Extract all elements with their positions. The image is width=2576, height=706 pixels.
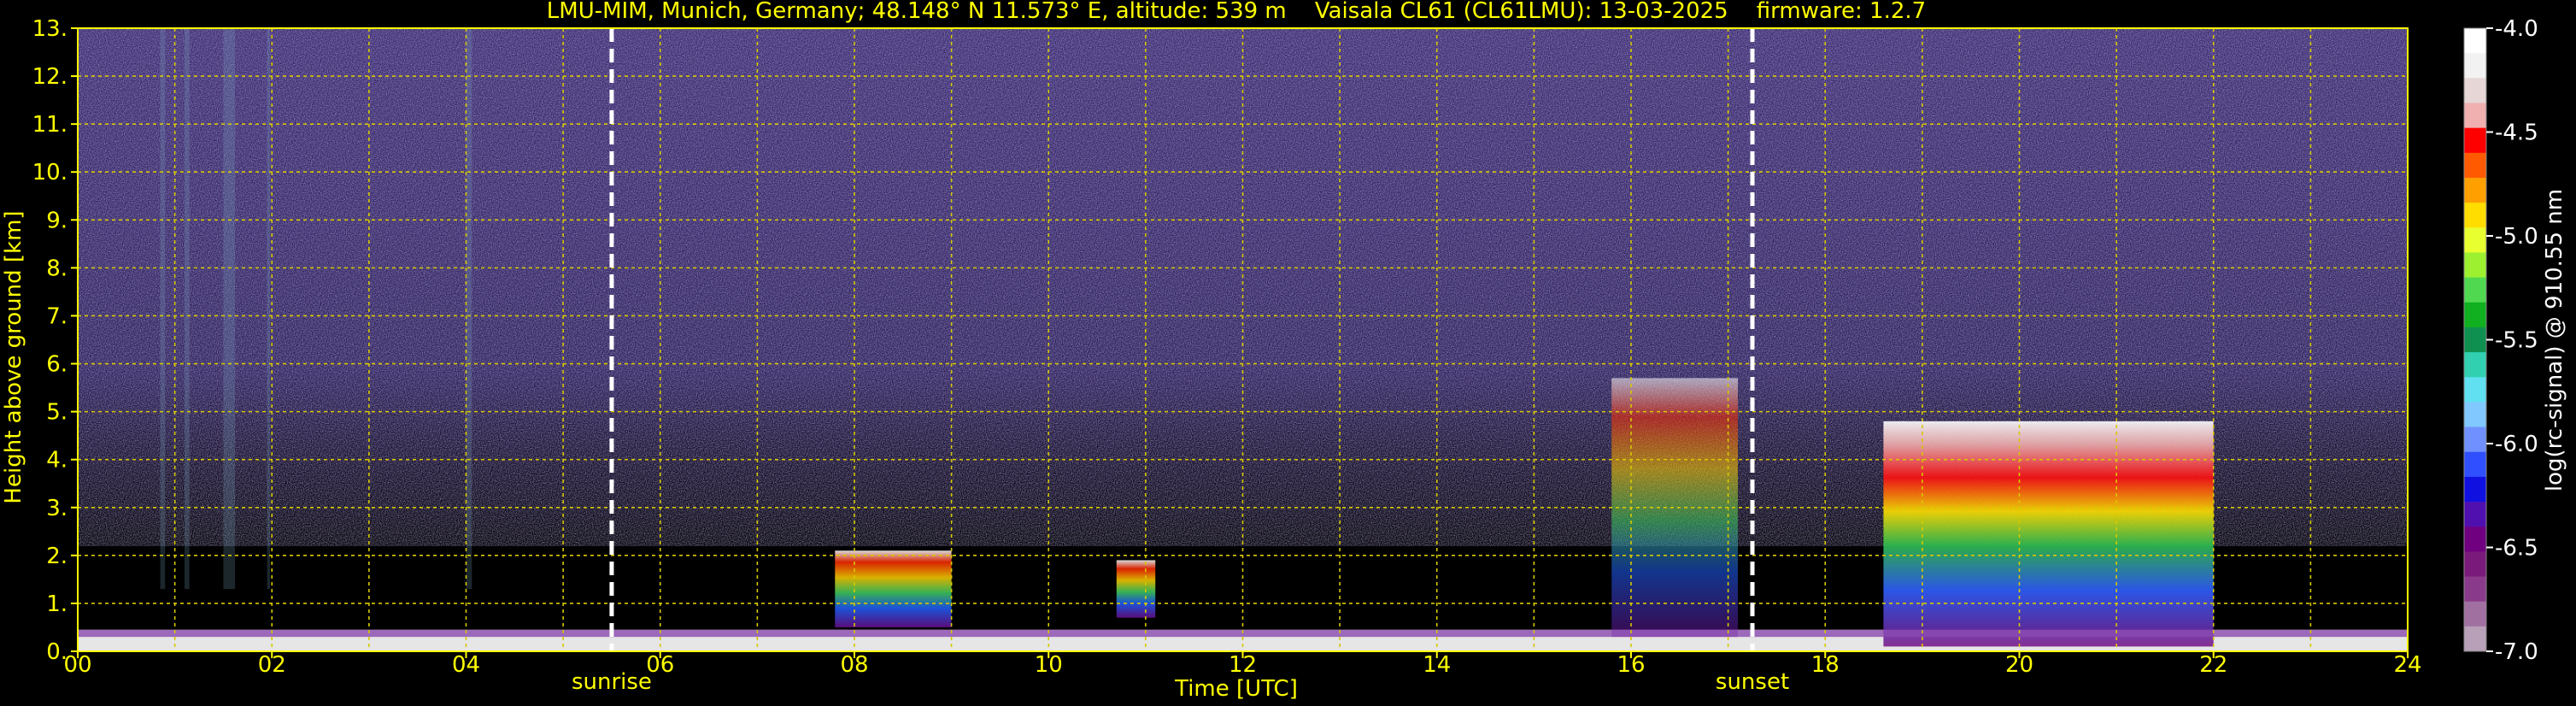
- colorbar-swatch: [2464, 377, 2486, 403]
- y-tick-label: 13.: [32, 16, 67, 42]
- y-tick-label: 12.: [32, 64, 67, 90]
- colorbar-swatch: [2464, 476, 2486, 503]
- x-axis-ticks: 00 02 04 06 08 10 12 14 16 18 20 22 24: [63, 651, 2422, 678]
- x-tick-label: 08: [840, 652, 868, 678]
- colorbar-swatch: [2464, 227, 2486, 253]
- y-tick-label: 7.: [46, 303, 67, 329]
- y-axis-ticks: 0. 1. 2. 3. 4. 5. 6. 7. 8. 9. 10. 11. 12. 13.: [32, 16, 78, 665]
- colorbar-swatch: [2464, 551, 2486, 578]
- chart-title: LMU-MIM, Munich, Germany; 48.148° N 11.5…: [547, 0, 1926, 24]
- marker-label-sunrise: sunrise: [572, 669, 652, 695]
- y-tick-label: 2.: [46, 544, 67, 569]
- y-tick-label: 9.: [46, 208, 67, 233]
- x-tick-label: 04: [452, 652, 480, 678]
- ceilometer-chart: 00 02 04 06 08 10 12 14 16 18 20 22 24 0.1.2.3.4.5.6…: [1, 0, 2567, 702]
- colorbar-swatch: [2464, 277, 2486, 303]
- y-axis-label: Height above ground [km]: [1, 210, 26, 503]
- feature-1: [835, 550, 952, 627]
- colorbar-label: log(rc-signal) @ 910.55 nm: [2542, 189, 2567, 491]
- y-tick-label: 11.: [32, 112, 67, 138]
- x-tick-label: 22: [2199, 652, 2227, 678]
- feature-2: [1116, 560, 1156, 618]
- colorbar-tick-label: -5.5: [2495, 328, 2538, 354]
- x-tick-label: 02: [258, 652, 286, 678]
- y-tick-label: 1.: [46, 591, 67, 617]
- data-streak: [223, 28, 236, 590]
- colorbar-swatch: [2464, 177, 2486, 203]
- data-streak: [184, 28, 190, 590]
- y-tick-label: 6.: [46, 352, 67, 378]
- colorbar-swatch: [2464, 252, 2486, 279]
- y-tick-label: 0.: [46, 639, 67, 665]
- x-tick-label: 16: [1617, 652, 1645, 678]
- y-tick-label: 8.: [46, 256, 67, 281]
- colorbar: -4.0 -4.5 -5.0 -5.5 -6.0 -6.5 -7.0 log(rc-sign…: [2463, 16, 2567, 665]
- colorbar-swatch: [2464, 626, 2486, 652]
- colorbar-tick-label: -5.0: [2495, 224, 2538, 250]
- y-tick-label: 4.: [46, 448, 67, 474]
- feature-4: [1883, 421, 2214, 647]
- colorbar-tick-label: -7.0: [2495, 639, 2538, 665]
- colorbar-swatch: [2464, 402, 2486, 428]
- data-streak: [267, 28, 270, 590]
- x-tick-label: 14: [1423, 652, 1451, 678]
- colorbar-tick-label: -6.0: [2495, 432, 2538, 457]
- colorbar-tick-label: -4.0: [2495, 16, 2538, 42]
- y-tick-label: 10.: [32, 160, 67, 185]
- colorbar-swatch: [2464, 502, 2486, 527]
- colorbar-swatch: [2464, 103, 2486, 129]
- x-tick-label: 24: [2393, 652, 2421, 678]
- colorbar-swatch: [2464, 53, 2486, 79]
- plot-area: [77, 27, 2409, 652]
- colorbar-swatch: [2464, 527, 2486, 552]
- y-tick-label: 3.: [46, 496, 67, 521]
- data-streak: [160, 28, 166, 590]
- colorbar-tick-label: -4.5: [2495, 121, 2538, 146]
- data-streak: [466, 28, 472, 590]
- colorbar-swatch: [2464, 203, 2486, 228]
- colorbar-swatch: [2464, 576, 2486, 603]
- colorbar-swatch: [2464, 451, 2486, 478]
- colorbar-swatch: [2464, 302, 2486, 328]
- colorbar-swatch: [2464, 28, 2486, 54]
- colorbar-swatch: [2464, 327, 2486, 353]
- colorbar-ticks: -4.0 -4.5 -5.0 -5.5 -6.0 -6.5 -7.0: [2486, 16, 2538, 665]
- x-tick-label: 10: [1035, 652, 1063, 678]
- colorbar-tick-label: -6.5: [2495, 536, 2538, 562]
- y-tick-label: 5.: [46, 400, 67, 426]
- x-tick-label: 20: [2005, 652, 2033, 678]
- x-tick-label: 12: [1229, 652, 1257, 678]
- colorbar-swatches: [2463, 27, 2487, 652]
- colorbar-swatch: [2464, 352, 2486, 378]
- colorbar-swatch: [2464, 127, 2486, 154]
- x-axis-label: Time [UTC]: [1174, 676, 1298, 702]
- colorbar-swatch: [2464, 78, 2486, 103]
- colorbar-swatch: [2464, 427, 2486, 453]
- x-tick-label: 00: [63, 652, 91, 678]
- colorbar-swatch: [2464, 152, 2486, 179]
- marker-label-sunset: sunset: [1716, 669, 1789, 695]
- x-tick-label: 18: [1811, 652, 1840, 678]
- colorbar-swatch: [2464, 601, 2486, 627]
